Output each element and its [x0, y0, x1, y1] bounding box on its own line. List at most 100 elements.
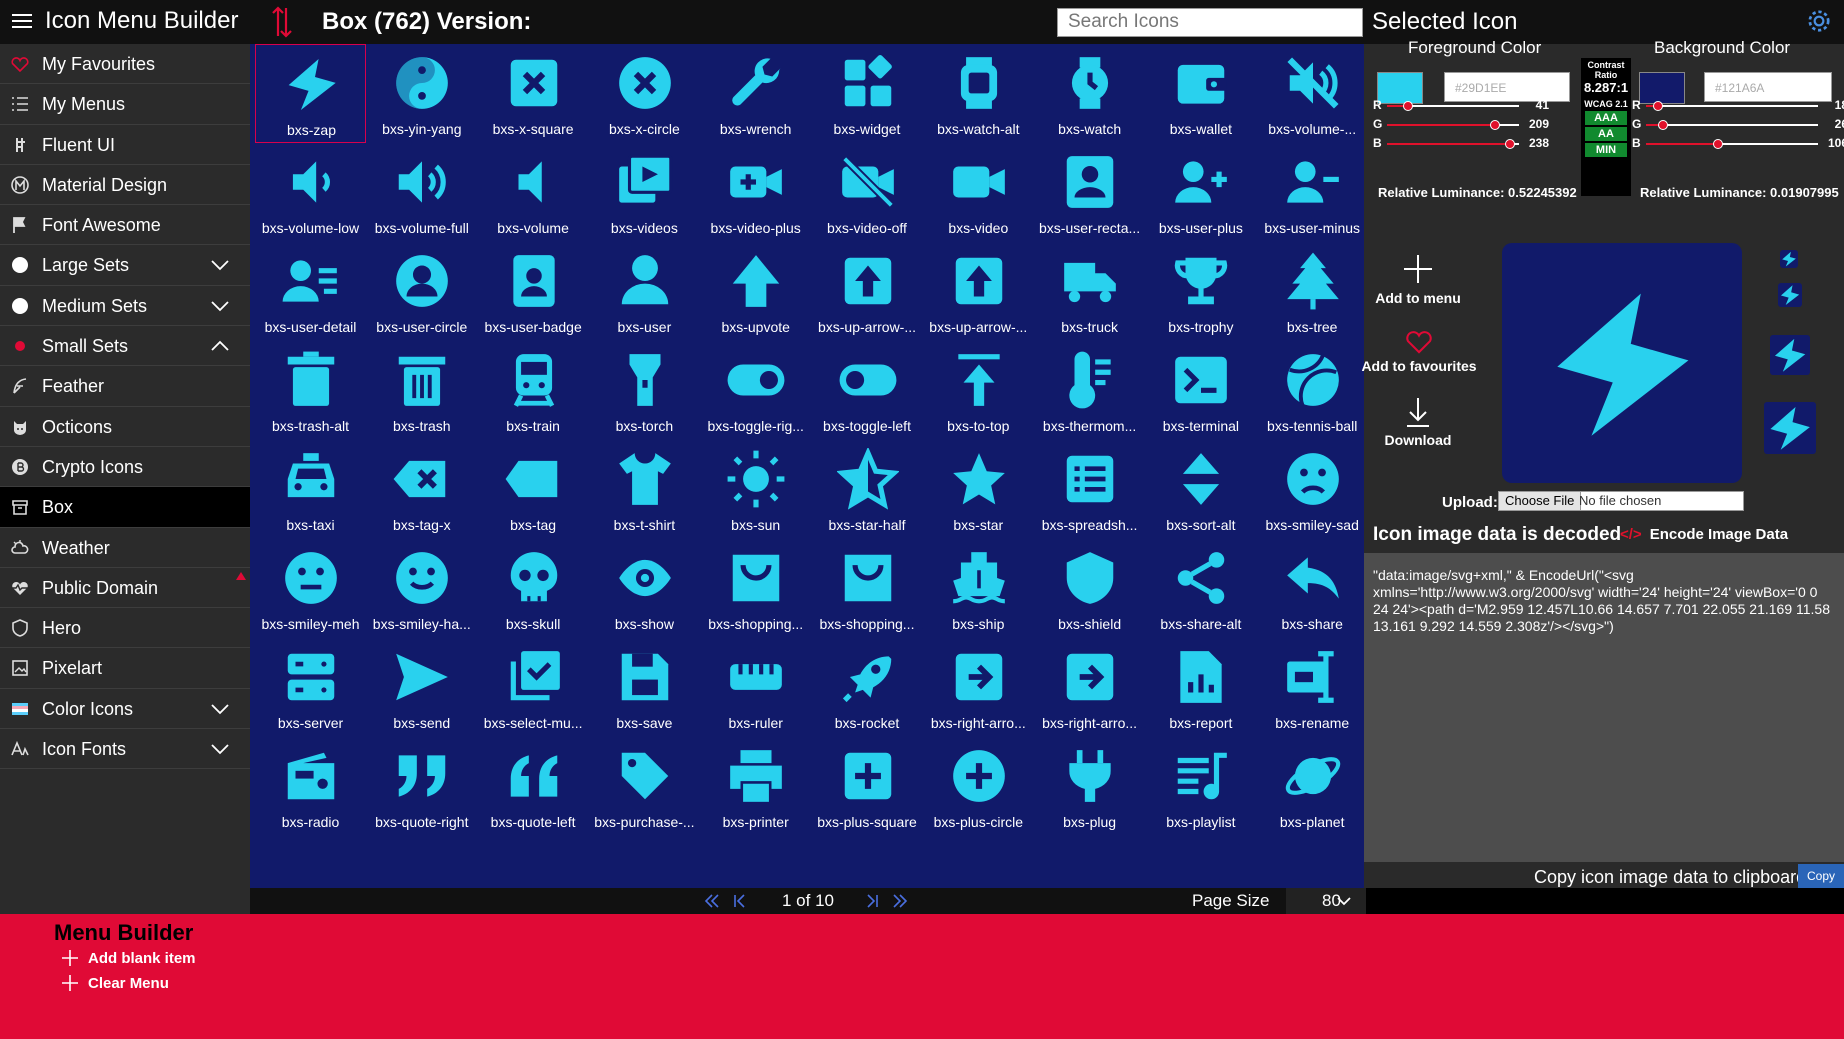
icon-tile[interactable]: bxs-user	[589, 242, 700, 341]
icon-tile[interactable]: bxs-share	[1257, 539, 1368, 638]
next-page-icon[interactable]	[862, 891, 882, 911]
sidebar-item-color-icons[interactable]: Color Icons	[0, 689, 250, 730]
preview-size-s[interactable]	[1778, 283, 1802, 307]
slider-thumb[interactable]	[1403, 101, 1414, 111]
add-to-favourites-button[interactable]: Add to favourites	[1354, 330, 1484, 374]
icon-tile[interactable]: bxs-toggle-rig...	[700, 341, 811, 440]
icon-tile[interactable]: bxs-terminal	[1145, 341, 1256, 440]
icon-tile[interactable]: bxs-shopping...	[700, 539, 811, 638]
icon-tile[interactable]: bxs-skull	[478, 539, 589, 638]
icon-tile[interactable]: bxs-user-recta...	[1034, 143, 1145, 242]
icon-tile[interactable]: bxs-radio	[255, 737, 366, 836]
sort-arrows-icon[interactable]	[270, 4, 294, 40]
encode-button[interactable]: </> Encode Image Data	[1620, 526, 1788, 543]
icon-tile[interactable]: bxs-plus-square	[812, 737, 923, 836]
icon-tile[interactable]: bxs-user-detail	[255, 242, 366, 341]
icon-tile[interactable]: bxs-tag	[478, 440, 589, 539]
slider-thumb[interactable]	[1653, 101, 1664, 111]
sidebar-item-hero[interactable]: Hero	[0, 608, 250, 649]
icon-tile[interactable]: bxs-videos	[589, 143, 700, 242]
icon-tile[interactable]: bxs-tree	[1257, 242, 1368, 341]
sidebar-item-weather[interactable]: Weather	[0, 528, 250, 568]
icon-tile[interactable]: bxs-taxi	[255, 440, 366, 539]
icon-tile[interactable]: bxs-zap	[255, 44, 366, 143]
icon-tile[interactable]: bxs-sun	[700, 440, 811, 539]
gear-icon[interactable]	[1806, 8, 1832, 34]
icon-tile[interactable]: bxs-yin-yang	[366, 44, 477, 143]
chevron-down-icon[interactable]	[1335, 892, 1353, 910]
icon-tile[interactable]: bxs-volume-low	[255, 143, 366, 242]
icon-tile[interactable]: bxs-right-arro...	[923, 638, 1034, 737]
first-page-icon[interactable]	[702, 891, 722, 911]
icon-tile[interactable]: bxs-x-square	[478, 44, 589, 143]
sidebar-item-public-domain[interactable]: Public Domain	[0, 568, 250, 609]
fg-g-slider[interactable]: G 209	[1373, 116, 1550, 134]
sidebar-item-my-menus[interactable]: My Menus	[0, 84, 250, 125]
sidebar-item-pixelart[interactable]: Pixelart	[0, 648, 250, 689]
icon-tile[interactable]: bxs-quote-left	[478, 737, 589, 836]
sidebar-item-font-awesome[interactable]: Font Awesome	[0, 205, 250, 246]
sidebar-item-material-design[interactable]: Material Design	[0, 165, 250, 206]
bg-g-slider[interactable]: G 26	[1632, 116, 1844, 134]
icon-tile[interactable]: bxs-ship	[923, 539, 1034, 638]
icon-tile[interactable]: bxs-to-top	[923, 341, 1034, 440]
icon-tile[interactable]: bxs-planet	[1257, 737, 1368, 836]
icon-tile[interactable]: bxs-watch	[1034, 44, 1145, 143]
bg-r-slider[interactable]: R 18	[1632, 97, 1844, 115]
icon-tile[interactable]: bxs-wrench	[700, 44, 811, 143]
icon-tile[interactable]: bxs-volume-...	[1257, 44, 1368, 143]
sidebar-item-large-sets[interactable]: Large Sets	[0, 245, 250, 286]
icon-tile[interactable]: bxs-star-half	[812, 440, 923, 539]
icon-tile[interactable]: bxs-trash-alt	[255, 341, 366, 440]
slider-track[interactable]	[1646, 105, 1818, 107]
fg-b-slider[interactable]: B 238	[1373, 135, 1550, 153]
icon-tile[interactable]: bxs-user-plus	[1145, 143, 1256, 242]
download-button[interactable]: Download	[1368, 396, 1468, 448]
icon-tile[interactable]: bxs-playlist	[1145, 737, 1256, 836]
icon-tile[interactable]: bxs-up-arrow-...	[923, 242, 1034, 341]
icon-tile[interactable]: bxs-truck	[1034, 242, 1145, 341]
icon-tile[interactable]: bxs-rocket	[812, 638, 923, 737]
icon-tile[interactable]: bxs-smiley-ha...	[366, 539, 477, 638]
icon-tile[interactable]: bxs-ruler	[700, 638, 811, 737]
preview-size-xs[interactable]	[1780, 250, 1798, 268]
icon-tile[interactable]: bxs-watch-alt	[923, 44, 1034, 143]
icon-tile[interactable]: bxs-star	[923, 440, 1034, 539]
icon-tile[interactable]: bxs-save	[589, 638, 700, 737]
hamburger-menu-icon[interactable]	[12, 14, 32, 30]
chevron-down-icon[interactable]	[210, 299, 230, 313]
chevron-down-icon[interactable]	[210, 702, 230, 716]
sidebar-item-medium-sets[interactable]: Medium Sets	[0, 286, 250, 327]
icon-tile[interactable]: bxs-wallet	[1145, 44, 1256, 143]
icon-tile[interactable]: bxs-user-minus	[1257, 143, 1368, 242]
icon-tile[interactable]: bxs-sort-alt	[1145, 440, 1256, 539]
icon-tile[interactable]: bxs-plus-circle	[923, 737, 1034, 836]
icon-tile[interactable]: bxs-spreadsh...	[1034, 440, 1145, 539]
icon-tile[interactable]: bxs-plug	[1034, 737, 1145, 836]
icon-tile[interactable]: bxs-purchase-...	[589, 737, 700, 836]
icon-tile[interactable]: bxs-upvote	[700, 242, 811, 341]
search-input[interactable]: Search Icons	[1057, 8, 1363, 37]
icon-tile[interactable]: bxs-send	[366, 638, 477, 737]
last-page-icon[interactable]	[890, 891, 910, 911]
icon-tile[interactable]: bxs-shopping...	[812, 539, 923, 638]
icon-tile[interactable]: bxs-user-circle	[366, 242, 477, 341]
icon-tile[interactable]: bxs-quote-right	[366, 737, 477, 836]
page-size-select[interactable]: 80	[1286, 888, 1366, 914]
icon-tile[interactable]: bxs-right-arro...	[1034, 638, 1145, 737]
icon-tile[interactable]: bxs-toggle-left	[812, 341, 923, 440]
slider-track[interactable]	[1646, 124, 1818, 126]
sidebar-item-small-sets[interactable]: Small Sets	[0, 326, 250, 367]
icon-tile[interactable]: bxs-volume	[478, 143, 589, 242]
chevron-down-icon[interactable]	[210, 258, 230, 272]
sidebar-item-fluent-ui[interactable]: Fluent UI	[0, 125, 250, 165]
file-upload[interactable]: Choose File No file chosen	[1498, 491, 1744, 511]
icon-tile[interactable]: bxs-t-shirt	[589, 440, 700, 539]
chevron-down-icon[interactable]	[210, 742, 230, 756]
icon-tile[interactable]: bxs-video	[923, 143, 1034, 242]
preview-size-m[interactable]	[1770, 335, 1810, 375]
icon-tile[interactable]: bxs-select-mu...	[478, 638, 589, 737]
icon-tile[interactable]: bxs-printer	[700, 737, 811, 836]
icon-tile[interactable]: bxs-show	[589, 539, 700, 638]
slider-thumb[interactable]	[1658, 120, 1669, 130]
